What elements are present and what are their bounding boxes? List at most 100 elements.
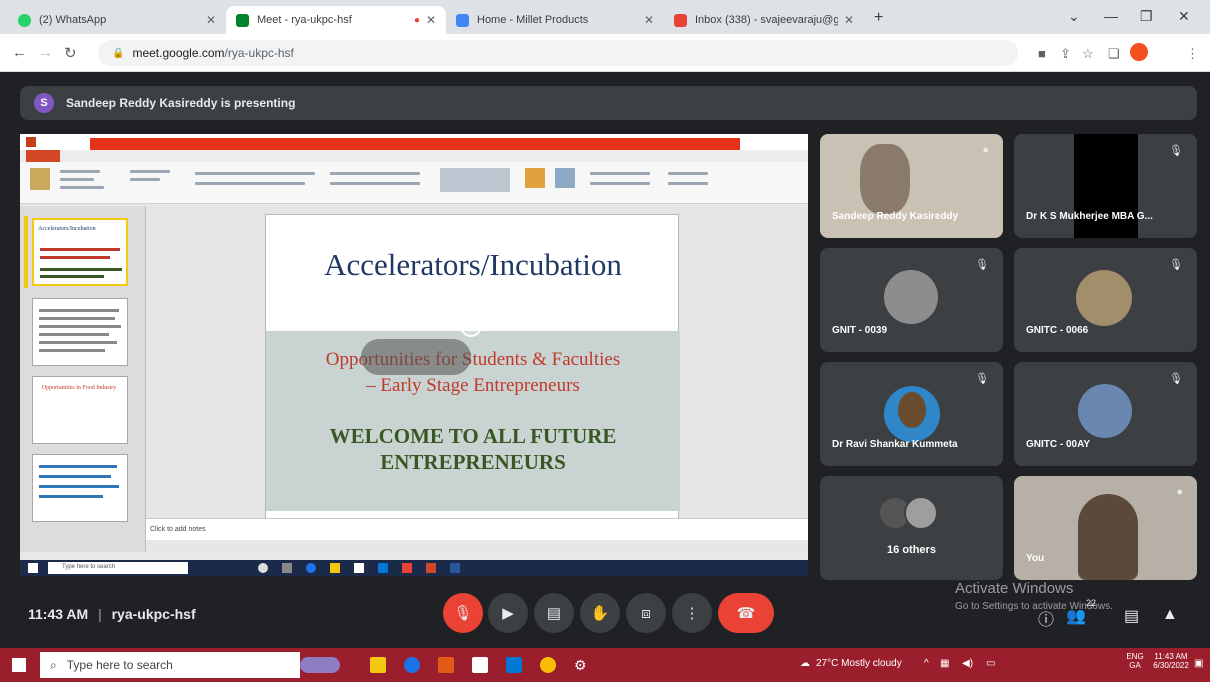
- share-icon[interactable]: ⇪: [1060, 46, 1071, 62]
- people-icon[interactable]: 👥: [1066, 606, 1086, 626]
- edge-icon[interactable]: [404, 657, 420, 673]
- clock-time: 11:43 AM: [1154, 652, 1188, 661]
- participant-name: GNIT - 0039: [832, 325, 888, 336]
- recording-dot-icon: ●: [413, 14, 420, 26]
- participant-video: [860, 144, 910, 214]
- close-window-icon[interactable]: ✕: [1178, 8, 1190, 25]
- present-icon: ⧈: [641, 604, 651, 622]
- more-options-icon: ⋮: [684, 605, 700, 622]
- slide-thumbnail[interactable]: [32, 298, 128, 366]
- self-tile[interactable]: ● You: [1014, 476, 1197, 580]
- back-icon[interactable]: ←: [12, 44, 27, 61]
- info-icon[interactable]: ⓘ: [1038, 606, 1054, 630]
- taskbar-clock[interactable]: 11:43 AM 6/30/2022: [1150, 652, 1192, 670]
- mic-off-icon: 🎙: [975, 373, 989, 385]
- star-icon[interactable]: ☆: [1082, 46, 1094, 62]
- raise-hand-button[interactable]: ✋: [580, 593, 620, 633]
- present-button[interactable]: ⧈: [626, 593, 666, 633]
- office-icon[interactable]: [438, 657, 454, 673]
- participant-tile[interactable]: 🎙 GNIT - 0039: [820, 248, 1003, 352]
- notification-icon[interactable]: ▣: [1194, 658, 1203, 669]
- presenter-bar: S Sandeep Reddy Kasireddy is presenting: [20, 86, 1197, 120]
- activities-icon[interactable]: ▲: [1162, 606, 1178, 624]
- whatsapp-icon: [18, 13, 31, 27]
- close-tab-icon[interactable]: ✕: [644, 13, 654, 27]
- volume-icon[interactable]: ◀): [962, 658, 973, 669]
- more-options-icon[interactable]: ●: [1176, 486, 1183, 498]
- mic-off-icon: 🎙: [975, 259, 989, 271]
- meeting-time: 11:43 AM: [28, 606, 89, 622]
- mic-off-icon: 🎙: [1169, 373, 1183, 385]
- shared-taskbar: Type here to search: [20, 560, 808, 576]
- participant-name: GNITC - 00AY: [1026, 439, 1091, 450]
- more-options-icon[interactable]: ●: [982, 144, 989, 156]
- file-explorer-icon[interactable]: [370, 657, 386, 673]
- slide-thumbnail[interactable]: Accelerators/Incubation: [32, 218, 128, 286]
- restore-icon[interactable]: ❐: [1140, 8, 1153, 25]
- network-icon[interactable]: ▦: [940, 658, 949, 669]
- search-highlight-icon[interactable]: [300, 657, 340, 673]
- minimize-icon[interactable]: —: [1104, 8, 1118, 24]
- clock-date: 6/30/2022: [1153, 661, 1189, 670]
- weather-icon: ☁: [800, 658, 810, 669]
- participant-tile[interactable]: 🎙 Dr K S Mukherjee MBA G...: [1014, 134, 1197, 238]
- camera-toggle-button[interactable]: ▶: [488, 593, 528, 633]
- leave-call-button[interactable]: ☎: [718, 593, 774, 633]
- meeting-code: rya-ukpc-hsf: [111, 606, 196, 622]
- more-options-button[interactable]: ⋮: [672, 593, 712, 633]
- chrome-icon[interactable]: [540, 657, 556, 673]
- battery-icon[interactable]: ▭: [986, 658, 995, 669]
- participant-tile[interactable]: 🎙 GNITC - 0066: [1014, 248, 1197, 352]
- ppt-slide-panel: Accelerators/Incubation Opportunities in…: [20, 206, 146, 552]
- captions-icon: ▤: [546, 605, 562, 622]
- tab-meet[interactable]: Meet - rya-ukpc-hsf ● ✕: [226, 6, 446, 34]
- hand-icon: ✋: [590, 605, 610, 622]
- subtitle-line-1: Opportunities for Students & Faculties: [325, 349, 621, 370]
- mic-off-icon: 🎙: [1169, 259, 1183, 271]
- camera-indicator-icon[interactable]: ■: [1038, 46, 1046, 61]
- mail-icon[interactable]: [506, 657, 522, 673]
- meet-icon: [236, 13, 249, 27]
- tab-millet-products[interactable]: Home - Millet Products ✕: [446, 6, 664, 34]
- others-tile[interactable]: 16 others: [820, 476, 1003, 580]
- tab-whatsapp[interactable]: (2) WhatsApp ✕: [8, 6, 226, 34]
- tab-title: (2) WhatsApp: [39, 14, 107, 26]
- forward-icon[interactable]: →: [38, 44, 53, 61]
- tab-title: Inbox (338) - svajeevaraju@gm...: [695, 14, 838, 26]
- store-icon[interactable]: [472, 657, 488, 673]
- slide-thumbnail[interactable]: [32, 454, 128, 522]
- welcome-line-2: ENTREPRENEURS: [380, 450, 566, 474]
- reload-icon[interactable]: ↻: [64, 44, 77, 62]
- windows-start-icon[interactable]: [12, 658, 26, 672]
- tab-search-icon[interactable]: ⌄: [1068, 8, 1080, 25]
- welcome-line-1: WELCOME TO ALL FUTURE: [329, 424, 617, 448]
- input-language[interactable]: ENG GA: [1122, 652, 1148, 670]
- address-bar[interactable]: 🔒 meet.google.com /rya-ukpc-hsf: [98, 40, 1018, 66]
- shared-screen[interactable]: Accelerators/Incubation Opportunities in…: [20, 134, 808, 576]
- profile-avatar[interactable]: [1130, 43, 1148, 61]
- settings-icon[interactable]: ⚙: [574, 657, 590, 673]
- rotate-handle-icon: [460, 315, 482, 337]
- captions-button[interactable]: ▤: [534, 593, 574, 633]
- weather-text[interactable]: 27°C Mostly cloudy: [816, 658, 902, 669]
- self-video: [1078, 494, 1138, 580]
- close-tab-icon[interactable]: ✕: [844, 13, 854, 27]
- mic-toggle-button[interactable]: 🎙: [443, 593, 483, 633]
- participant-tile[interactable]: 🎙 GNITC - 00AY: [1014, 362, 1197, 466]
- tray-chevron-icon[interactable]: ^: [924, 658, 929, 669]
- tab-view-icon[interactable]: ❏: [1108, 46, 1120, 62]
- chat-icon[interactable]: ▤: [1124, 606, 1139, 626]
- menu-icon[interactable]: ⋮: [1186, 46, 1199, 62]
- mic-off-icon: 🎙: [1169, 145, 1183, 157]
- close-tab-icon[interactable]: ✕: [426, 13, 436, 27]
- participant-count-badge: 22: [1086, 598, 1097, 608]
- taskbar-search-box[interactable]: ⌕ Type here to search: [40, 652, 300, 678]
- windows-taskbar: ⌕ Type here to search ⚙ ☁ 27°C Mostly cl…: [0, 648, 1210, 682]
- slide-thumbnail[interactable]: Opportunities in Food Industry: [32, 376, 128, 444]
- close-tab-icon[interactable]: ✕: [206, 13, 216, 27]
- participant-tile[interactable]: ● Sandeep Reddy Kasireddy: [820, 134, 1003, 238]
- mic-off-icon: 🎙: [453, 605, 473, 622]
- new-tab-button[interactable]: +: [874, 9, 883, 27]
- participant-tile[interactable]: 🎙 Dr Ravi Shankar Kummeta: [820, 362, 1003, 466]
- tab-gmail[interactable]: Inbox (338) - svajeevaraju@gm... ✕: [664, 6, 864, 34]
